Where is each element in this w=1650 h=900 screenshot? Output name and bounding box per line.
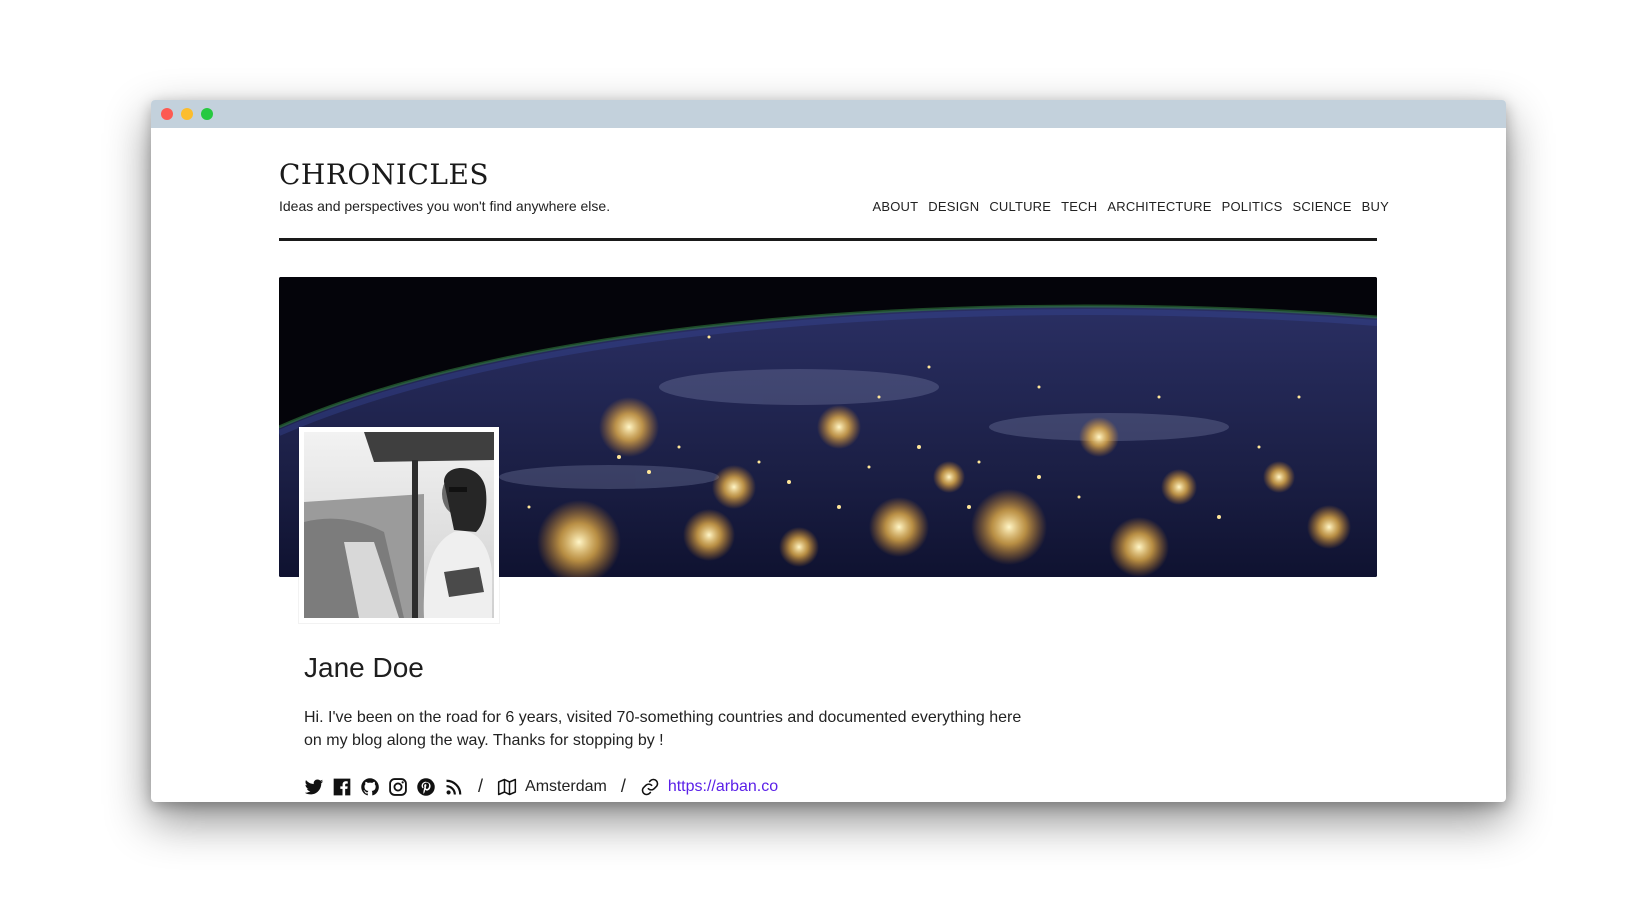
meta-separator: / <box>478 776 484 796</box>
profile-location: Amsterdam <box>525 777 607 795</box>
profile-website-link[interactable]: https://arban.co <box>668 778 778 796</box>
meta-separator: / <box>620 776 626 796</box>
maximize-window-button[interactable] <box>201 108 213 120</box>
facebook-icon[interactable] <box>332 777 352 797</box>
link-icon <box>640 777 660 797</box>
github-icon[interactable] <box>360 777 380 797</box>
site-tagline: Ideas and perspectives you won't find an… <box>279 198 611 214</box>
minimize-window-button[interactable] <box>181 108 193 120</box>
page-content: CHRONICLES Ideas and perspectives you wo… <box>151 128 1506 802</box>
twitter-icon[interactable] <box>304 777 324 797</box>
avatar-photo <box>304 432 494 618</box>
profile-bio: Hi. I've been on the road for 6 years, v… <box>304 709 1022 749</box>
nav-item-design[interactable]: DESIGN <box>928 199 979 214</box>
close-window-button[interactable] <box>161 108 173 120</box>
nav-item-culture[interactable]: CULTURE <box>989 199 1051 214</box>
pinterest-icon[interactable] <box>416 777 436 797</box>
nav-item-politics[interactable]: POLITICS <box>1222 199 1283 214</box>
nav-item-tech[interactable]: TECH <box>1061 199 1097 214</box>
map-icon <box>497 777 517 797</box>
nav-item-buy[interactable]: BUY <box>1362 199 1389 214</box>
nav-item-about[interactable]: ABOUT <box>872 199 918 214</box>
site-title[interactable]: CHRONICLES <box>279 158 489 191</box>
nav-item-science[interactable]: SCIENCE <box>1292 199 1351 214</box>
browser-window: CHRONICLES Ideas and perspectives you wo… <box>151 100 1506 802</box>
rss-icon[interactable] <box>444 777 464 797</box>
nav-item-architecture[interactable]: ARCHITECTURE <box>1107 199 1211 214</box>
header-divider <box>279 238 1377 241</box>
profile-avatar[interactable] <box>299 427 499 623</box>
profile-name: Jane Doe <box>304 652 424 683</box>
profile-meta: / Amsterdam / https://arban.co <box>304 776 778 797</box>
window-titlebar <box>151 100 1506 128</box>
instagram-icon[interactable] <box>388 777 408 797</box>
